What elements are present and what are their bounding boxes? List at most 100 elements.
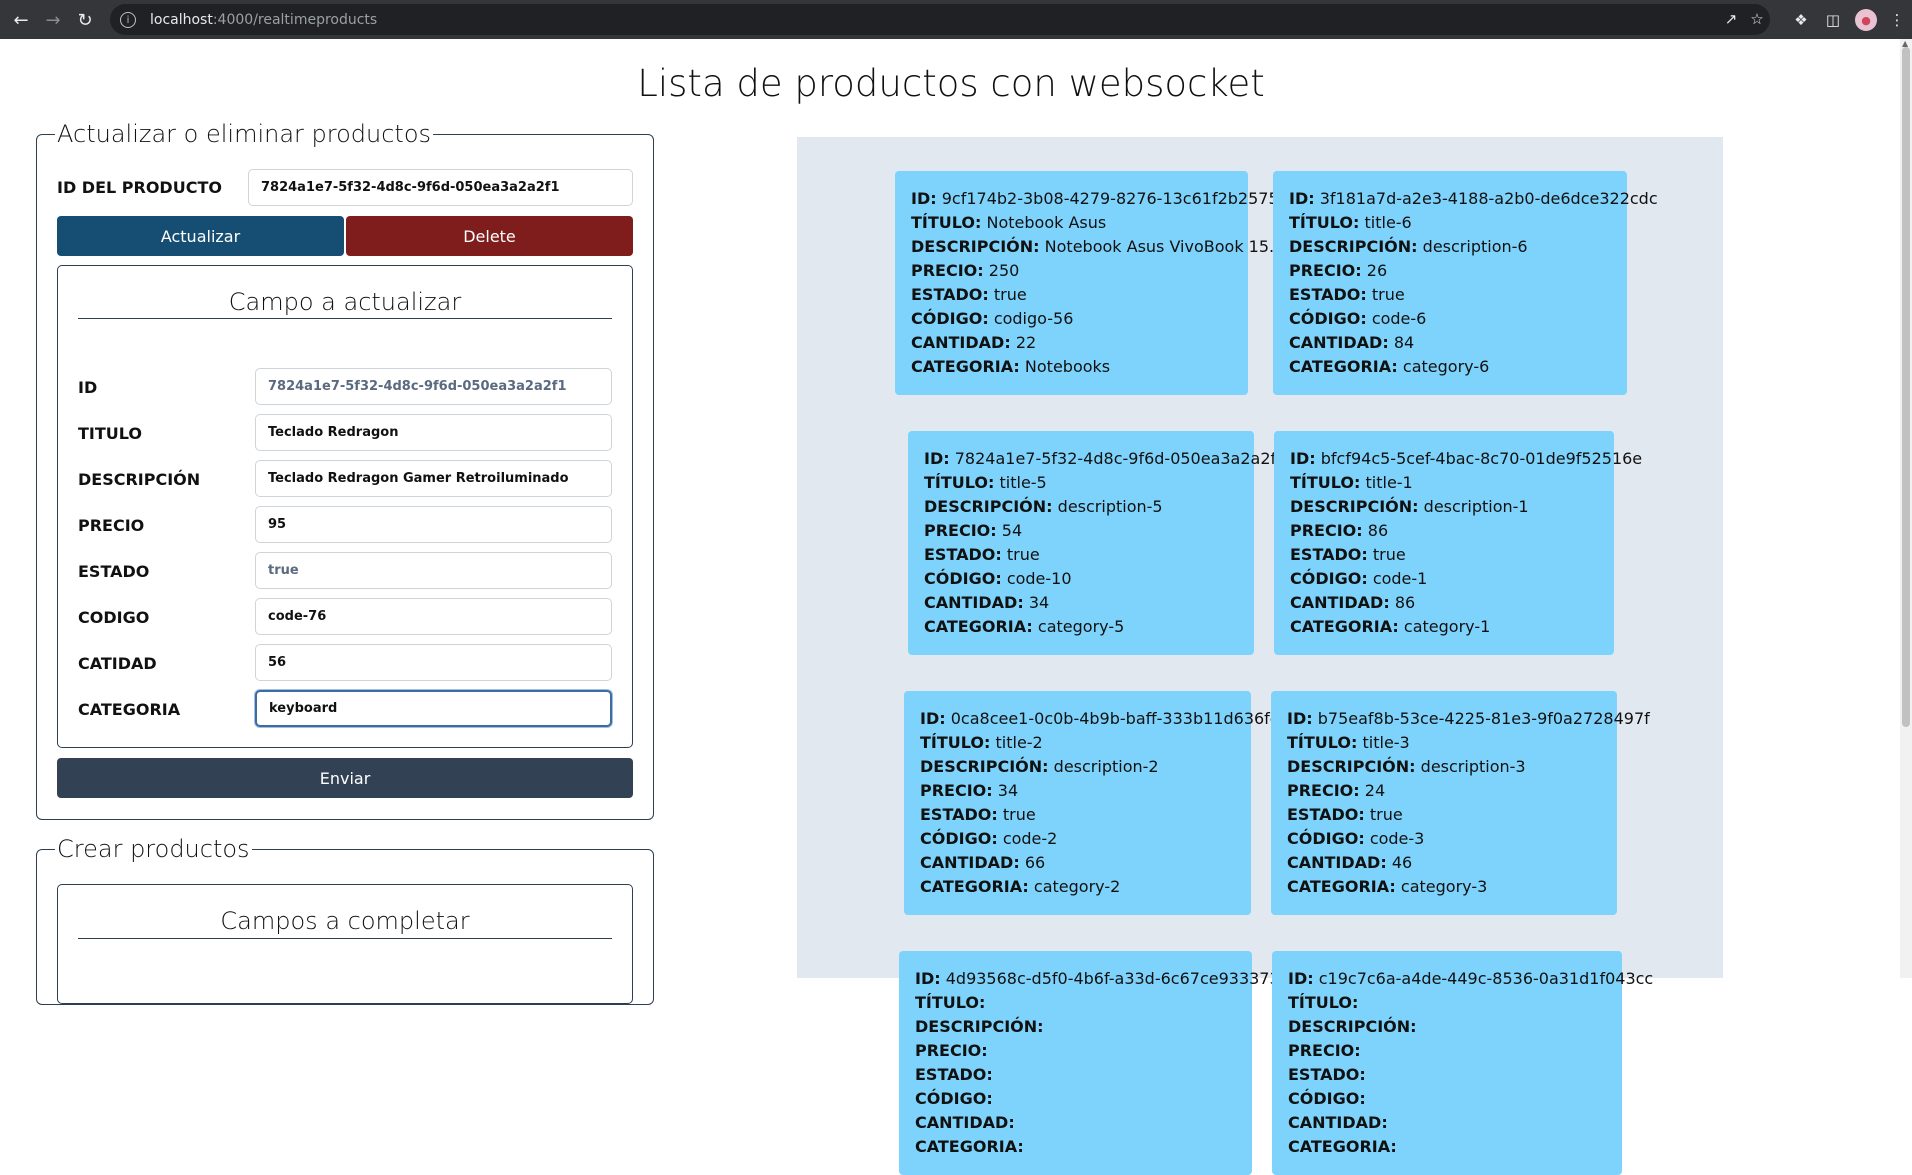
field-description-input[interactable] [255, 460, 612, 497]
product-card: ID: 9cf174b2-3b08-4279-8276-13c61f2b2575… [895, 171, 1284, 395]
product-stock-key: CANTIDAD: [1287, 853, 1387, 872]
product-code-line: CÓDIGO: codigo-56 [911, 307, 1232, 331]
product-price-key: PRECIO: [1290, 521, 1363, 540]
url-host: localhost [150, 11, 213, 28]
product-price-value: 26 [1366, 261, 1388, 280]
product-stock-line: CANTIDAD: 22 [911, 331, 1232, 355]
product-title-key: TÍTULO: [924, 473, 995, 492]
product-title-key: TÍTULO: [1290, 473, 1361, 492]
product-category-key: CATEGORIA: [915, 1137, 1024, 1156]
product-title-key: TÍTULO: [1289, 213, 1360, 232]
product-id-label: ID DEL PRODUCTO [57, 178, 222, 197]
address-bar[interactable]: i localhost:4000/realtimeproducts ↗ ☆ [110, 4, 1770, 35]
browser-toolbar: ← → ↻ i localhost:4000/realtimeproducts … [0, 0, 1912, 39]
extensions-icon[interactable]: ❖ [1790, 9, 1812, 31]
product-stock-value: 22 [1015, 333, 1037, 352]
product-card: ID: 0ca8cee1-0c0b-4b9b-baff-333b11d636fc… [904, 691, 1279, 915]
product-description-value: description-1 [1423, 497, 1529, 516]
product-description-line: DESCRIPCIÓN: Notebook Asus VivoBook 15.6 [911, 235, 1284, 259]
product-stock-value: 46 [1391, 853, 1413, 872]
product-code-value: code-3 [1369, 829, 1425, 848]
field-price-input[interactable] [255, 506, 612, 543]
product-card: ID: 7824a1e7-5f32-4d8c-9f6d-050ea3a2a2f1… [908, 431, 1286, 655]
update-button[interactable]: Actualizar [57, 216, 344, 256]
product-code-key: CÓDIGO: [1290, 569, 1368, 588]
product-category-value: Notebooks [1024, 357, 1111, 376]
product-id-value: c19c7c6a-a4de-449c-8536-0a31d1f043cc [1318, 969, 1654, 988]
product-stock-line: CANTIDAD: [915, 1111, 1236, 1135]
product-id-line: ID: b75eaf8b-53ce-4225-81e3-9f0a2728497f [1287, 707, 1650, 731]
product-description-line: DESCRIPCIÓN: description-6 [1289, 235, 1611, 259]
product-status-line: ESTADO: true [1290, 543, 1598, 567]
product-price-value: 86 [1367, 521, 1389, 540]
product-id-value: 7824a1e7-5f32-4d8c-9f6d-050ea3a2a2f1 [954, 449, 1287, 468]
product-code-value: codigo-56 [993, 309, 1074, 328]
product-stock-line: CANTIDAD: 86 [1290, 591, 1598, 615]
create-fields-box [57, 884, 633, 1004]
product-status-key: ESTADO: [924, 545, 1002, 564]
product-card: ID: c19c7c6a-a4de-449c-8536-0a31d1f043cc… [1272, 951, 1653, 1175]
product-id-key: ID: [911, 189, 937, 208]
bookmark-star-icon[interactable]: ☆ [1746, 8, 1768, 30]
site-info-icon[interactable]: i [120, 11, 136, 28]
product-category-line: CATEGORIA: category-2 [920, 875, 1235, 899]
scrollbar-thumb[interactable] [1902, 47, 1910, 727]
product-stock-line: CANTIDAD: 34 [924, 591, 1238, 615]
product-code-line: CÓDIGO: [915, 1087, 1236, 1111]
field-code-input[interactable] [255, 598, 612, 635]
profile-avatar-icon[interactable]: ● [1855, 9, 1877, 31]
product-stock-value: 84 [1393, 333, 1415, 352]
product-status-key: ESTADO: [920, 805, 998, 824]
product-status-value: true [1006, 545, 1040, 564]
product-description-line: DESCRIPCIÓN: description-1 [1290, 495, 1598, 519]
product-description-key: DESCRIPCIÓN: [1287, 757, 1416, 776]
product-title-line: TÍTULO: title-3 [1287, 731, 1601, 755]
menu-kebab-icon[interactable]: ⋮ [1890, 9, 1905, 31]
product-code-value: code-2 [1002, 829, 1058, 848]
product-description-key: DESCRIPCIÓN: [1290, 497, 1419, 516]
field-id-input[interactable] [255, 368, 612, 405]
product-description-key: DESCRIPCIÓN: [920, 757, 1049, 776]
product-stock-line: CANTIDAD: [1288, 1111, 1606, 1135]
product-description-line: DESCRIPCIÓN: [915, 1015, 1236, 1039]
product-status-key: ESTADO: [1289, 285, 1367, 304]
submit-button[interactable]: Enviar [57, 758, 633, 798]
product-category-line: CATEGORIA: category-6 [1289, 355, 1611, 379]
product-status-line: ESTADO: true [920, 803, 1235, 827]
product-price-value: 34 [997, 781, 1019, 800]
product-id-line: ID: 7824a1e7-5f32-4d8c-9f6d-050ea3a2a2f1 [924, 447, 1286, 471]
product-title-value: title-6 [1364, 213, 1412, 232]
field-status-input[interactable] [255, 552, 612, 589]
product-id-line: ID: bfcf94c5-5cef-4bac-8c70-01de9f52516e [1290, 447, 1642, 471]
product-title-value: title-1 [1365, 473, 1413, 492]
product-category-key: CATEGORIA: [1289, 357, 1398, 376]
page-scrollbar[interactable]: ▲ [1900, 39, 1912, 978]
product-code-key: CÓDIGO: [911, 309, 989, 328]
product-price-key: PRECIO: [911, 261, 984, 280]
delete-button[interactable]: Delete [346, 216, 633, 256]
product-title-line: TÍTULO: [1288, 991, 1606, 1015]
product-id-value: 0ca8cee1-0c0b-4b9b-baff-333b11d636fc [950, 709, 1279, 728]
product-category-line: CATEGORIA: [1288, 1135, 1606, 1159]
share-icon[interactable]: ↗ [1720, 8, 1742, 30]
product-price-value: 54 [1001, 521, 1023, 540]
field-category-input[interactable] [255, 690, 612, 727]
field-title-input[interactable] [255, 414, 612, 451]
product-stock-key: CANTIDAD: [924, 593, 1024, 612]
product-category-line: CATEGORIA: category-5 [924, 615, 1238, 639]
product-code-value: code-6 [1371, 309, 1427, 328]
forward-icon[interactable]: → [41, 8, 65, 32]
back-icon[interactable]: ← [9, 8, 33, 32]
product-category-value: category-1 [1403, 617, 1491, 636]
reload-icon[interactable]: ↻ [73, 8, 97, 32]
product-id-input[interactable] [248, 169, 633, 206]
product-id-value: 3f181a7d-a2e3-4188-a2b0-de6dce322cdc [1319, 189, 1658, 208]
side-panel-icon[interactable]: ◫ [1822, 9, 1844, 31]
field-stock-input[interactable] [255, 644, 612, 681]
product-stock-key: CANTIDAD: [915, 1113, 1015, 1132]
product-title-value: title-3 [1362, 733, 1410, 752]
product-category-line: CATEGORIA: category-1 [1290, 615, 1598, 639]
product-status-line: ESTADO: [915, 1063, 1236, 1087]
product-price-key: PRECIO: [1288, 1041, 1361, 1060]
product-code-key: CÓDIGO: [924, 569, 1002, 588]
